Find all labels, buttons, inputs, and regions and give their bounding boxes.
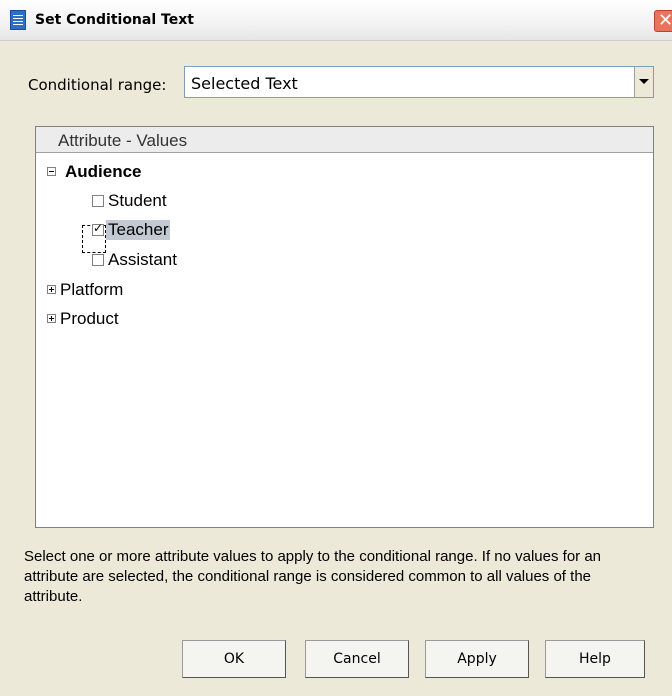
expand-icon[interactable] xyxy=(47,285,56,294)
conditional-range-value: Selected Text xyxy=(191,74,298,93)
document-icon xyxy=(10,10,26,30)
tree-item-assistant[interactable]: Assistant xyxy=(90,249,290,273)
chevron-down-icon[interactable] xyxy=(634,67,653,97)
tree-header-label: Attribute - Values xyxy=(58,131,188,150)
window-title: Set Conditional Text xyxy=(35,12,194,28)
tree-node-platform[interactable]: Platform xyxy=(44,279,344,303)
set-conditional-text-dialog: Set Conditional Text ✕ Conditional range… xyxy=(0,0,672,696)
cancel-button[interactable]: Cancel xyxy=(305,640,409,678)
tree-node-audience[interactable]: Audience xyxy=(44,161,344,185)
tree-column-header[interactable]: Attribute - Values xyxy=(36,127,653,153)
tree-item-teacher[interactable]: Teacher xyxy=(90,219,290,243)
help-button[interactable]: Help xyxy=(545,640,645,678)
close-button[interactable]: ✕ xyxy=(654,10,672,32)
tree-node-product[interactable]: Product xyxy=(44,308,344,332)
tree-item-label: Student xyxy=(108,191,167,210)
teacher-checkbox[interactable] xyxy=(92,221,104,236)
assistant-checkbox[interactable] xyxy=(92,254,104,266)
tree-item-label: Assistant xyxy=(108,250,177,269)
title-bar[interactable]: Set Conditional Text ✕ xyxy=(0,0,672,41)
tree-node-label: Product xyxy=(60,309,119,328)
student-checkbox[interactable] xyxy=(92,195,104,207)
conditional-range-dropdown[interactable]: Selected Text xyxy=(184,66,654,98)
collapse-icon[interactable] xyxy=(47,167,56,176)
tree-item-student[interactable]: Student xyxy=(90,190,290,214)
ok-button[interactable]: OK xyxy=(182,640,286,678)
apply-button[interactable]: Apply xyxy=(425,640,529,678)
close-icon: ✕ xyxy=(658,10,672,31)
attribute-values-tree[interactable]: Attribute - Values Audience Student Teac… xyxy=(35,126,654,528)
conditional-range-label: Conditional range: xyxy=(28,76,167,94)
tree-node-label: Platform xyxy=(60,280,124,299)
tree-item-label: Teacher xyxy=(106,220,171,240)
help-description: Select one or more attribute values to a… xyxy=(24,548,602,605)
expand-icon[interactable] xyxy=(47,314,56,323)
tree-node-label: Audience xyxy=(65,162,142,181)
